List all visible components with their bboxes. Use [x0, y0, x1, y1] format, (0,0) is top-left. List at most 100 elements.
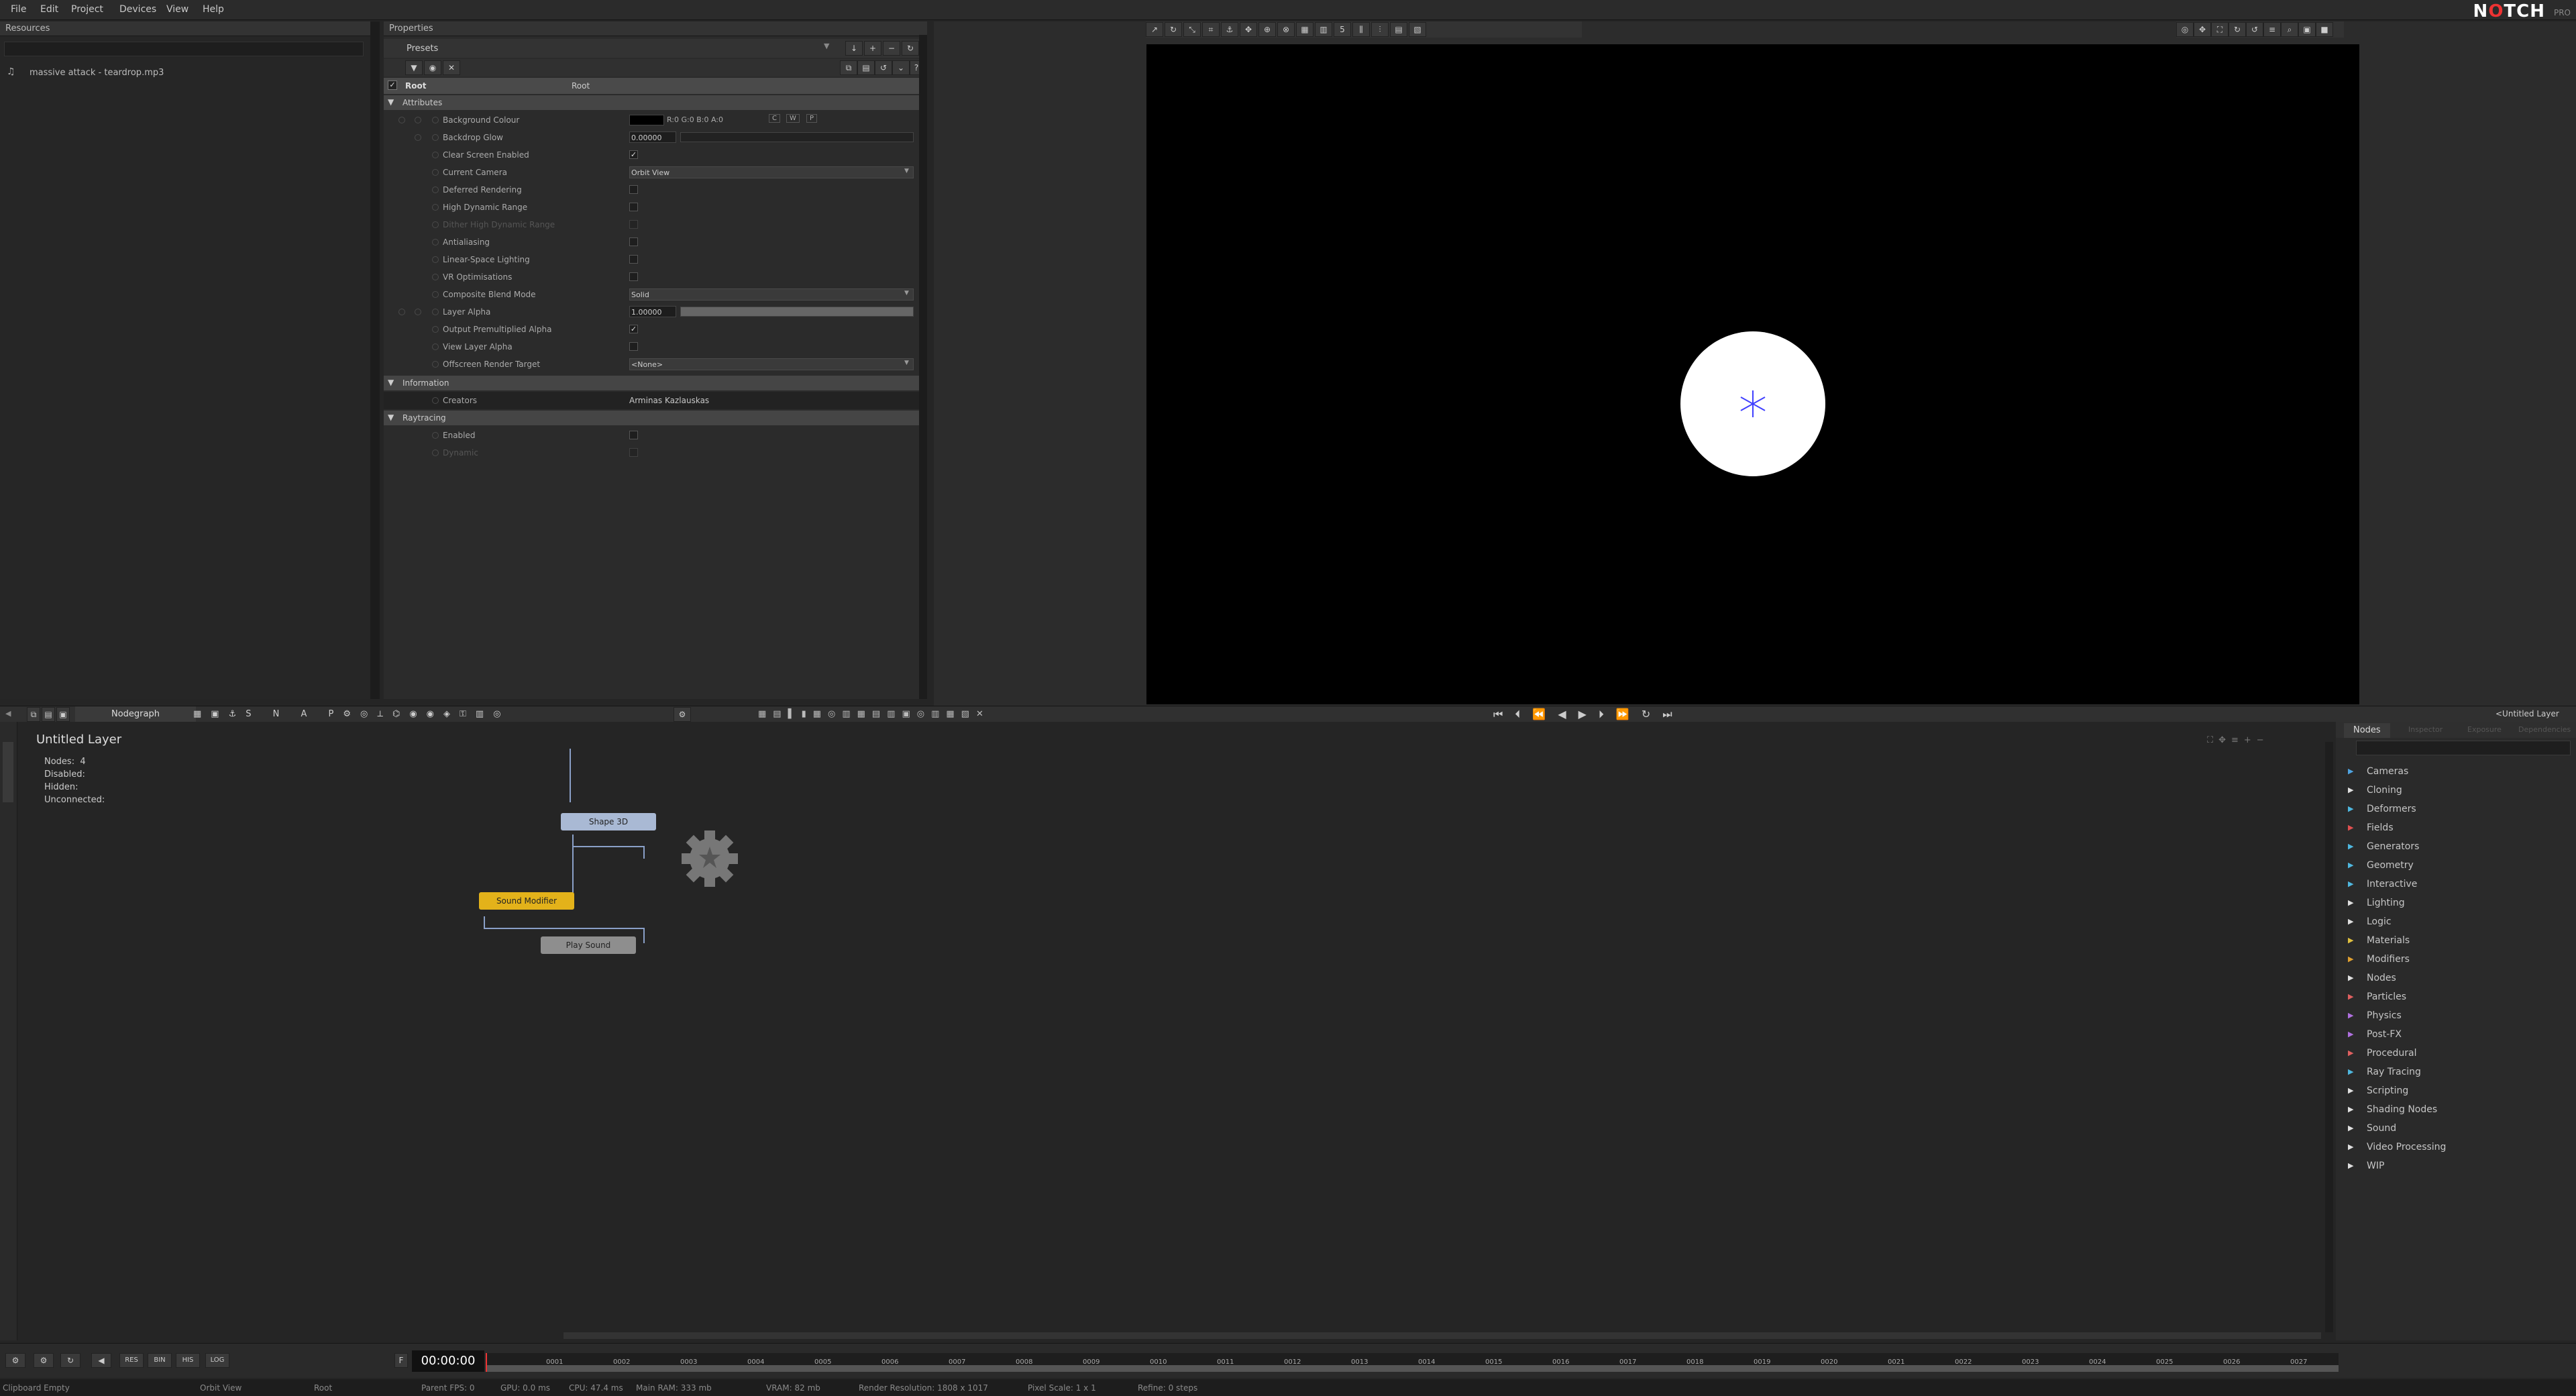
select-tool-icon[interactable]: ↗: [1146, 22, 1163, 37]
globe-icon[interactable]: ◉: [424, 60, 441, 75]
nodegraph-scrollbar-h[interactable]: [564, 1332, 2321, 1339]
transport-controls[interactable]: ⏮⏴⏪◀▶⏵⏩↻⏭: [1493, 707, 1721, 722]
number-tool-icon[interactable]: 5: [1334, 22, 1351, 37]
hdr-checkbox[interactable]: [629, 203, 638, 211]
offscreen-select[interactable]: <None>: [629, 358, 914, 370]
timecode-mode-icon[interactable]: F: [394, 1353, 408, 1368]
tab-exposure[interactable]: Exposure: [2467, 725, 2502, 734]
view-tools[interactable]: ▦▤▌▮▦◎▥▦▤▥▣◎▥▦▧✕: [758, 707, 1026, 722]
save-icon[interactable]: ▣: [56, 707, 70, 722]
node-category-video-processing[interactable]: ▶ Video Processing: [2348, 1142, 2446, 1152]
node-category-interactive[interactable]: ▶ Interactive: [2348, 879, 2417, 890]
remove-icon[interactable]: −: [883, 41, 900, 56]
reset-view-icon[interactable]: ↺: [2246, 22, 2263, 37]
node-category-post-fx[interactable]: ▶ Post-FX: [2348, 1029, 2402, 1040]
node-category-physics[interactable]: ▶ Physics: [2348, 1010, 2402, 1021]
blend-mode-select[interactable]: Solid: [629, 288, 914, 301]
tab-nodegraph[interactable]: Nodegraph: [75, 706, 196, 722]
colour-swatch[interactable]: [629, 115, 664, 125]
zoom-icon[interactable]: ⌕: [2281, 22, 2298, 37]
bars-tool-icon[interactable]: ▥: [1315, 22, 1332, 37]
layer-tag[interactable]: <Untitled Layer: [2496, 709, 2559, 718]
close-icon[interactable]: ✕: [443, 60, 460, 75]
tab-inspector[interactable]: Inspector: [2408, 725, 2443, 734]
resources-scrollbar[interactable]: [370, 21, 380, 699]
pivot-gizmo-icon[interactable]: [1737, 388, 1769, 420]
record-icon[interactable]: ■: [2316, 22, 2333, 37]
link-icon[interactable]: [432, 204, 439, 211]
node-category-modifiers[interactable]: ▶ Modifiers: [2348, 954, 2410, 965]
graph-zoom-controls[interactable]: ⛶✥≡+−: [2207, 735, 2288, 750]
paste-icon[interactable]: ▤: [857, 60, 875, 75]
anchor-tool-icon[interactable]: ⚓: [1221, 22, 1238, 37]
antialiasing-checkbox[interactable]: [629, 237, 638, 246]
tab-dependencies[interactable]: Dependencies: [2518, 725, 2571, 734]
keyframe-icon[interactable]: [398, 309, 405, 315]
copy-icon[interactable]: ⧉: [840, 60, 857, 75]
view-layer-alpha-checkbox[interactable]: [629, 342, 638, 351]
backdrop-glow-slider[interactable]: [680, 132, 914, 142]
lines-tool-icon[interactable]: ⫶: [1371, 22, 1389, 37]
nodegraph-scrollbar-v[interactable]: [2325, 742, 2333, 1332]
his-button[interactable]: HIS: [176, 1353, 200, 1368]
node-category-materials[interactable]: ▶ Materials: [2348, 935, 2410, 946]
link-icon[interactable]: [432, 169, 439, 176]
presets-dropdown-icon[interactable]: ▼: [824, 42, 829, 50]
link-icon[interactable]: [432, 449, 439, 456]
colour-w-button[interactable]: W: [786, 114, 800, 123]
settings-icon[interactable]: ⚙: [5, 1353, 25, 1368]
layout2-tool-icon[interactable]: ▧: [1409, 22, 1426, 37]
clear-screen-checkbox[interactable]: ✓: [629, 150, 638, 159]
gizmo-tool-icon[interactable]: ⊗: [1277, 22, 1295, 37]
link-icon[interactable]: [432, 309, 439, 315]
rotate-tool-icon[interactable]: ↻: [1165, 22, 1182, 37]
node-category-cameras[interactable]: ▶ Cameras: [2348, 766, 2408, 777]
expand-icon[interactable]: ◀: [5, 709, 11, 718]
node-category-geometry[interactable]: ▶ Geometry: [2348, 860, 2414, 871]
menu-project[interactable]: Project: [71, 4, 103, 15]
link-icon[interactable]: [432, 186, 439, 193]
menu-icon[interactable]: ≡: [2263, 22, 2281, 37]
keyframe-icon[interactable]: [398, 117, 405, 123]
link-icon[interactable]: [432, 397, 439, 404]
properties-scrollbar[interactable]: [919, 35, 927, 699]
backdrop-glow-input[interactable]: 0.00000: [629, 131, 676, 143]
node-category-procedural[interactable]: ▶ Procedural: [2348, 1048, 2417, 1059]
root-row[interactable]: ✓ Root Root: [384, 78, 920, 94]
node-category-shading-nodes[interactable]: ▶ Shading Nodes: [2348, 1104, 2437, 1115]
settings-icon[interactable]: ⚙: [674, 707, 691, 722]
rotate-view-icon[interactable]: ↻: [2229, 22, 2246, 37]
keyframe-icon[interactable]: [415, 309, 421, 315]
section-information[interactable]: ▼ Information: [384, 376, 927, 390]
colour-p-button[interactable]: P: [806, 114, 818, 123]
reset-icon[interactable]: ↺: [875, 60, 892, 75]
node-category-wip[interactable]: ▶ WIP: [2348, 1161, 2384, 1171]
fit-icon[interactable]: ⛶: [2211, 22, 2229, 37]
camera-orbit-icon[interactable]: ◎: [2176, 22, 2194, 37]
rt-enabled-checkbox[interactable]: [629, 431, 638, 439]
link-icon[interactable]: [432, 152, 439, 158]
nodegraph-tools[interactable]: ▦▣⚓S N A P⚙◎⟂⌬◉◉◈⚿▥◎: [193, 707, 529, 722]
menu-edit[interactable]: Edit: [40, 4, 58, 15]
keyframe-icon[interactable]: [415, 134, 421, 141]
deferred-checkbox[interactable]: [629, 185, 638, 194]
link-icon[interactable]: [432, 291, 439, 298]
layout-tool-icon[interactable]: ▤: [1390, 22, 1407, 37]
link-icon[interactable]: [432, 239, 439, 246]
pivot-tool-icon[interactable]: ⊕: [1258, 22, 1276, 37]
paste-icon[interactable]: ▤: [42, 707, 55, 722]
node-category-sound[interactable]: ▶ Sound: [2348, 1123, 2396, 1134]
section-raytracing[interactable]: ▼ Raytracing: [384, 411, 927, 425]
filter-icon[interactable]: ▼: [405, 60, 423, 75]
move-tool-icon[interactable]: ✥: [1240, 22, 1257, 37]
node-category-generators[interactable]: ▶ Generators: [2348, 841, 2419, 852]
dither-checkbox[interactable]: [629, 220, 638, 229]
rt-dynamic-checkbox[interactable]: [629, 448, 638, 457]
node-sound-modifier[interactable]: Sound Modifier: [479, 892, 574, 910]
bin-button[interactable]: BIN: [148, 1353, 172, 1368]
link-icon[interactable]: [432, 134, 439, 141]
node-category-lighting[interactable]: ▶ Lighting: [2348, 898, 2405, 908]
link-icon[interactable]: [432, 432, 439, 439]
link-icon[interactable]: [432, 221, 439, 228]
node-category-fields[interactable]: ▶ Fields: [2348, 822, 2394, 833]
